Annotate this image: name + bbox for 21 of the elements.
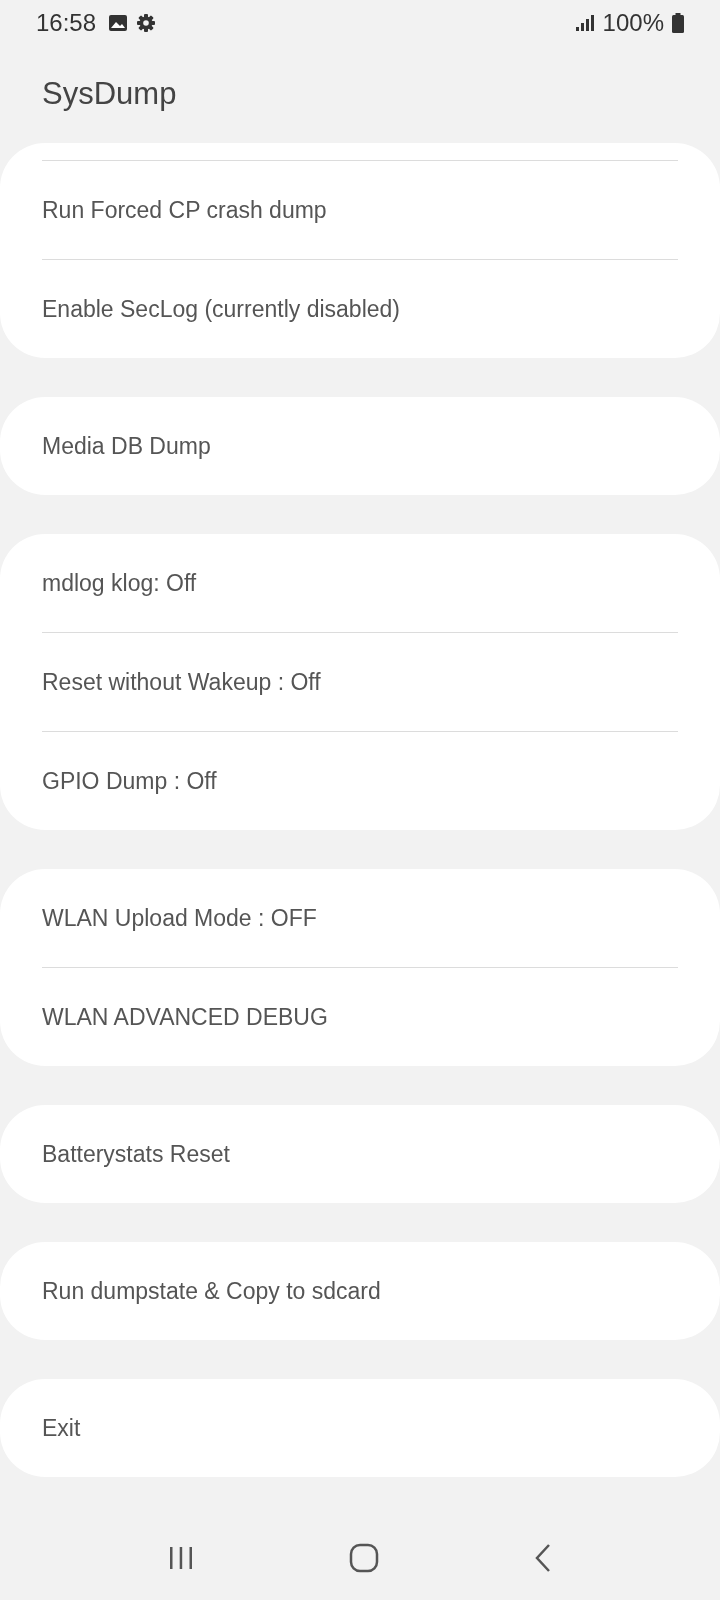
menu-item[interactable]: Exit bbox=[0, 1379, 720, 1477]
back-icon[interactable] bbox=[533, 1543, 553, 1573]
menu-item[interactable]: WLAN ADVANCED DEBUG bbox=[0, 968, 720, 1066]
menu-item[interactable]: Run Forced CP crash dump bbox=[0, 161, 720, 259]
recents-icon[interactable] bbox=[167, 1546, 195, 1570]
signal-icon bbox=[574, 13, 595, 32]
menu-item[interactable]: mdlog klog: Off bbox=[0, 534, 720, 632]
menu-item[interactable]: GPIO Dump : Off bbox=[0, 732, 720, 830]
menu-item[interactable]: Run dumpstate & Copy to sdcard bbox=[0, 1242, 720, 1340]
status-time: 16:58 bbox=[36, 8, 97, 37]
battery-percent: 100% bbox=[602, 8, 664, 37]
menu-item[interactable]: Media DB Dump bbox=[0, 397, 720, 495]
menu-item[interactable]: Enable SecLog (currently disabled) bbox=[0, 260, 720, 358]
menu-item[interactable]: Reset without Wakeup : Off bbox=[0, 633, 720, 731]
image-icon bbox=[108, 13, 129, 32]
gear-icon bbox=[136, 12, 157, 33]
battery-icon bbox=[672, 12, 684, 33]
menu-item[interactable]: WLAN Upload Mode : OFF bbox=[0, 869, 720, 967]
menu-item[interactable]: Batterystats Reset bbox=[0, 1105, 720, 1203]
home-icon[interactable] bbox=[349, 1543, 379, 1573]
app-title: SysDump bbox=[42, 76, 177, 112]
